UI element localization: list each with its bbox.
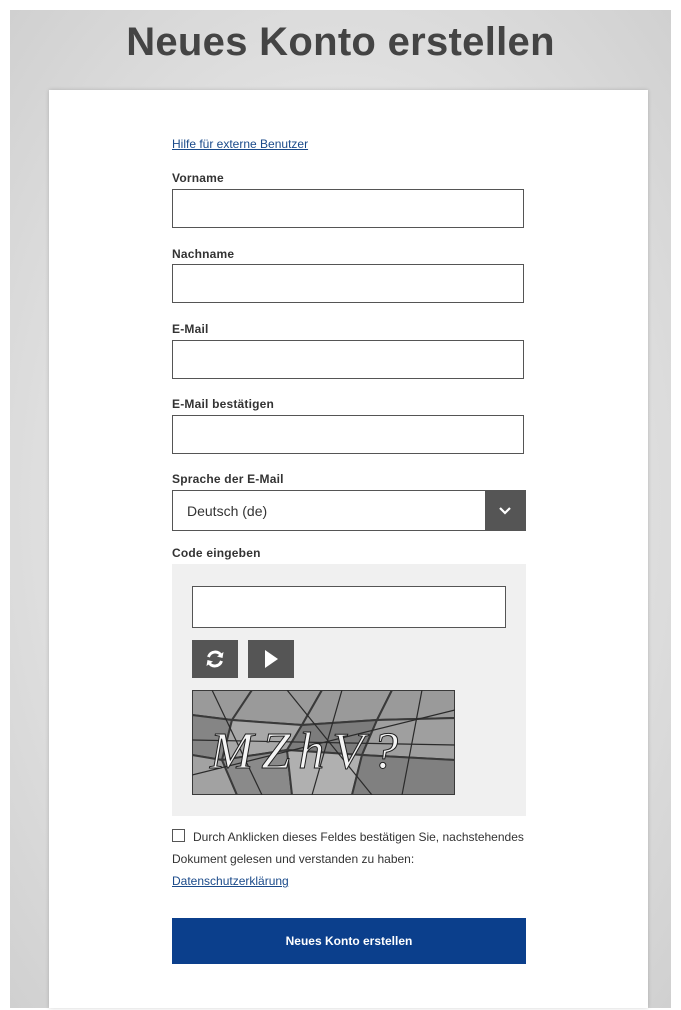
captcha-input[interactable]: [192, 586, 506, 628]
first-name-input[interactable]: [172, 189, 524, 228]
consent-checkbox[interactable]: [172, 829, 185, 842]
captcha-panel: MZhV?: [172, 564, 526, 816]
language-select[interactable]: Deutsch (de): [172, 490, 526, 531]
create-account-button[interactable]: Neues Konto erstellen: [172, 918, 526, 964]
captcha-image: MZhV?: [192, 690, 455, 795]
first-name-label: Vorname: [172, 171, 224, 185]
play-icon[interactable]: [248, 640, 294, 678]
email-confirm-input[interactable]: [172, 415, 524, 454]
language-select-value: Deutsch (de): [187, 503, 268, 519]
captcha-text: MZhV?: [209, 723, 406, 780]
language-label: Sprache der E-Mail: [172, 472, 284, 486]
captcha-label: Code eingeben: [172, 546, 261, 560]
last-name-label: Nachname: [172, 247, 235, 261]
email-input[interactable]: [172, 340, 524, 379]
consent-text: Durch Anklicken dieses Feldes bestätigen…: [172, 830, 524, 866]
email-confirm-label: E-Mail bestätigen: [172, 397, 275, 411]
refresh-icon[interactable]: [192, 640, 238, 678]
help-link[interactable]: Hilfe für externe Benutzer: [172, 137, 308, 151]
page-title: Neues Konto erstellen: [126, 20, 555, 64]
privacy-policy-link[interactable]: Datenschutzerklärung: [172, 874, 289, 888]
last-name-input[interactable]: [172, 264, 524, 303]
consent-block: Durch Anklicken dieses Feldes bestätigen…: [172, 826, 532, 892]
email-label: E-Mail: [172, 322, 209, 336]
chevron-down-icon[interactable]: [485, 491, 525, 530]
